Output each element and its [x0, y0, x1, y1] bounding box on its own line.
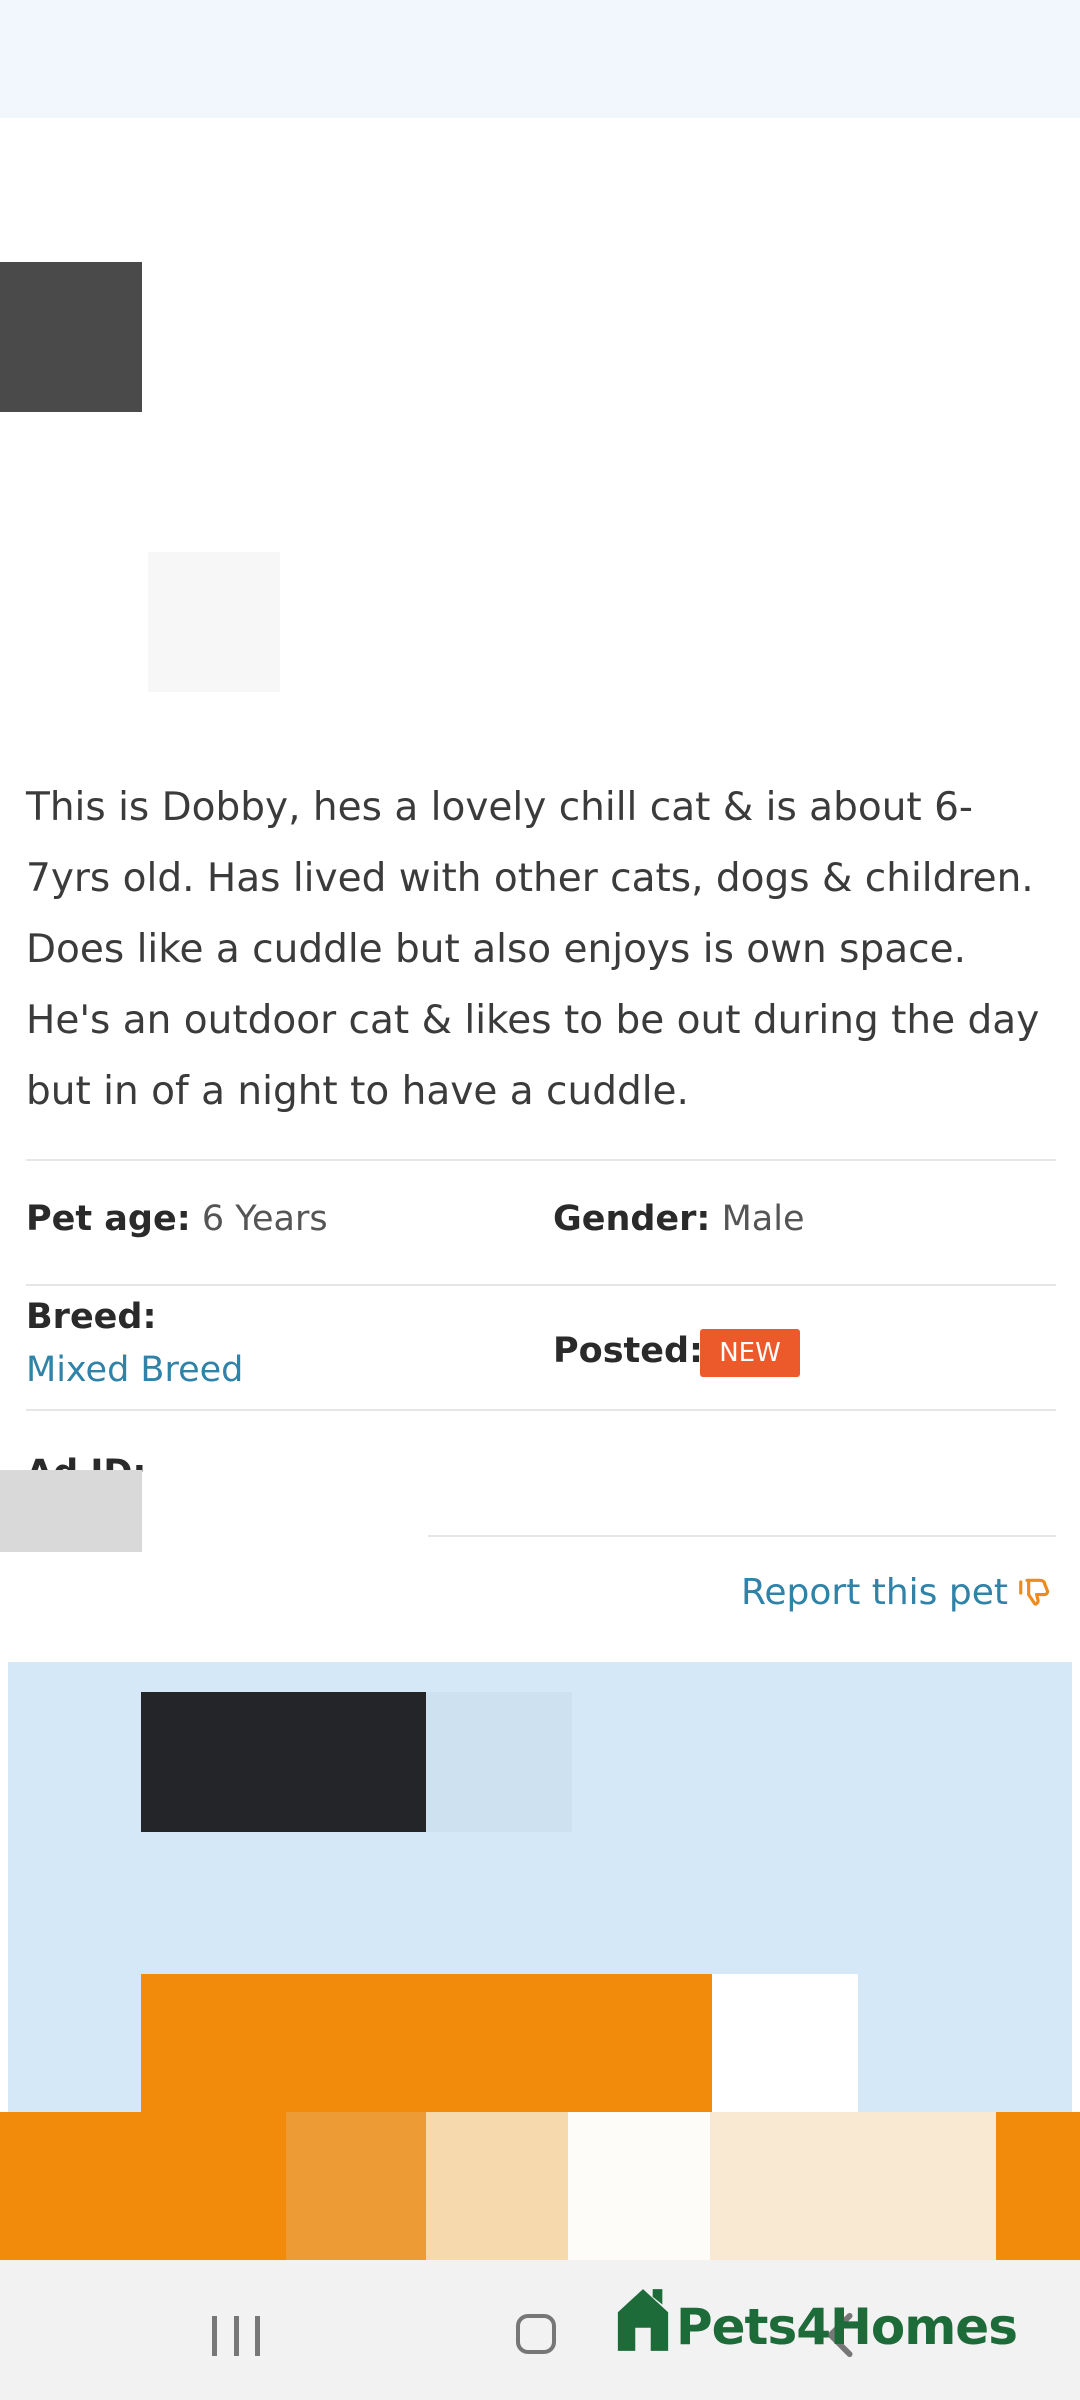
pets4homes-logo: Pets4Homes — [614, 2284, 1018, 2356]
breed-link[interactable]: Mixed Breed — [26, 1350, 243, 1390]
redacted-image — [0, 262, 142, 412]
gender-label: Gender: — [553, 1199, 711, 1239]
report-pet-label: Report this pet — [740, 1572, 1008, 1613]
recent-apps-icon[interactable] — [212, 2316, 260, 2356]
divider — [26, 1284, 1056, 1286]
posted-row: Posted: — [553, 1331, 703, 1371]
divider — [26, 1159, 1056, 1161]
divider — [26, 1409, 1056, 1411]
listing-page: This is Dobby, hes a lovely chill cat & … — [0, 0, 1080, 2400]
gender-value: Male — [721, 1199, 805, 1239]
breed-row: Breed: — [26, 1297, 156, 1337]
redacted-image — [0, 2112, 1080, 2260]
pet-description: This is Dobby, hes a lovely chill cat & … — [26, 785, 1040, 1114]
pet-age-value: 6 Years — [201, 1199, 328, 1239]
redacted-image — [141, 1692, 434, 1832]
report-pet-link[interactable]: Report this pet — [741, 1572, 1054, 1613]
redacted-image — [0, 1470, 142, 1552]
redacted-image — [141, 1974, 717, 2122]
logo-text: Pets4Homes — [676, 2298, 1018, 2356]
pet-age-row: Pet age: 6 Years — [26, 1199, 328, 1239]
gender-row: Gender: Male — [553, 1199, 804, 1239]
divider — [428, 1535, 1056, 1537]
top-bar — [0, 0, 1080, 118]
redacted-image — [148, 552, 280, 692]
home-icon[interactable] — [516, 2314, 556, 2354]
house-logo-icon — [617, 2289, 669, 2351]
pet-age-label: Pet age: — [26, 1199, 191, 1239]
redacted-image — [712, 1974, 858, 2122]
new-badge: NEW — [700, 1329, 800, 1377]
posted-label: Posted: — [553, 1331, 704, 1371]
thumbs-down-icon — [1019, 1578, 1050, 1606]
breed-label: Breed: — [26, 1297, 157, 1337]
redacted-image — [426, 1692, 572, 1832]
